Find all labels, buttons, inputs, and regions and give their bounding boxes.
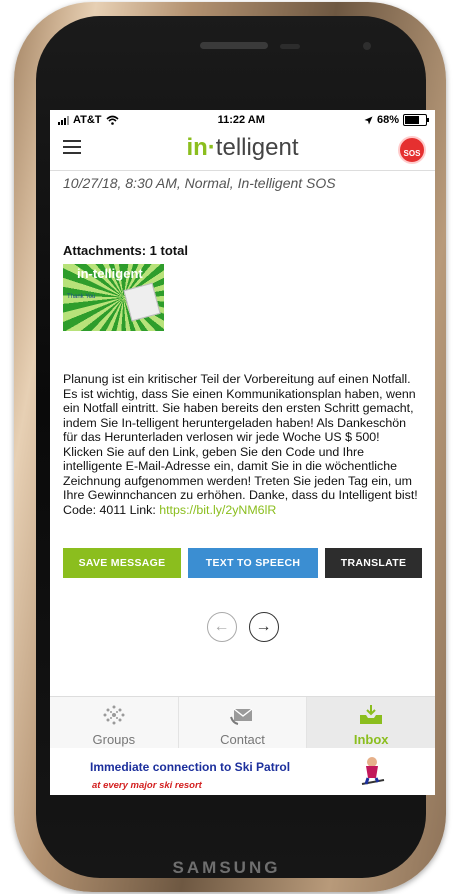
battery-icon: [403, 114, 429, 126]
status-time: 11:22 AM: [217, 114, 265, 126]
tab-inbox-label: Inbox: [353, 732, 389, 747]
text-to-speech-button[interactable]: TEXT TO SPEECH: [188, 548, 318, 578]
ad-headline: Immediate connection to Ski Patrol: [90, 760, 291, 774]
tab-groups[interactable]: Groups: [50, 697, 179, 749]
translate-button[interactable]: TRANSLATE: [325, 548, 422, 578]
message-body: Planung ist ein kritischer Teil der Vorb…: [63, 372, 418, 517]
device-brand: SAMSUNG: [172, 858, 281, 877]
action-buttons: SAVE MESSAGE TEXT TO SPEECH TRANSLATE: [50, 548, 435, 578]
tab-contact[interactable]: Contact: [178, 697, 308, 749]
message-pager: ← →: [50, 612, 435, 642]
thumbnail-title: in-telligent: [77, 266, 143, 281]
sensor: [280, 44, 300, 49]
wifi-icon: [105, 115, 119, 125]
tab-inbox[interactable]: Inbox: [307, 697, 435, 749]
contact-icon: [229, 704, 256, 726]
app-logo: in·telligent: [186, 134, 299, 161]
ad-banner[interactable]: Immediate connection to Ski Patrol at ev…: [50, 748, 435, 795]
app-screen: AT&T 11:22 AM 68% in·telligent SOS 10/27…: [50, 110, 435, 795]
battery-percent: 68%: [376, 114, 399, 126]
next-arrow-icon[interactable]: →: [248, 612, 279, 642]
previous-arrow-icon[interactable]: ←: [206, 612, 237, 642]
save-message-button[interactable]: SAVE MESSAGE: [63, 548, 181, 578]
tab-contact-label: Contact: [220, 732, 265, 747]
inbox-icon: [358, 704, 384, 726]
signal-icon: [58, 115, 69, 125]
speaker-grille: [200, 42, 268, 49]
sos-label: SOS: [403, 149, 421, 158]
attachments-title: Attachments: 1 total: [63, 243, 188, 258]
carrier: AT&T: [73, 114, 102, 126]
status-bar: AT&T 11:22 AM 68%: [50, 110, 435, 130]
skier-icon: [361, 757, 385, 785]
message-link[interactable]: https://bit.ly/2yNM6lR: [159, 503, 276, 517]
front-camera: [363, 42, 371, 50]
gift-icon: [123, 282, 161, 322]
app-header: in·telligent SOS: [50, 130, 435, 171]
thumbnail-subtext: Thank You: [67, 294, 96, 300]
message-meta: 10/27/18, 8:30 AM, Normal, In-telligent …: [63, 175, 336, 191]
bottom-tab-bar: Groups Contact Inbox: [50, 696, 435, 749]
location-icon: [364, 116, 373, 124]
ad-subline: at every major ski resort: [92, 780, 202, 791]
tab-groups-label: Groups: [92, 732, 136, 747]
groups-icon: [101, 704, 127, 726]
attachment-thumbnail[interactable]: in-telligent Thank You: [63, 264, 164, 331]
sos-button[interactable]: SOS: [398, 136, 426, 164]
